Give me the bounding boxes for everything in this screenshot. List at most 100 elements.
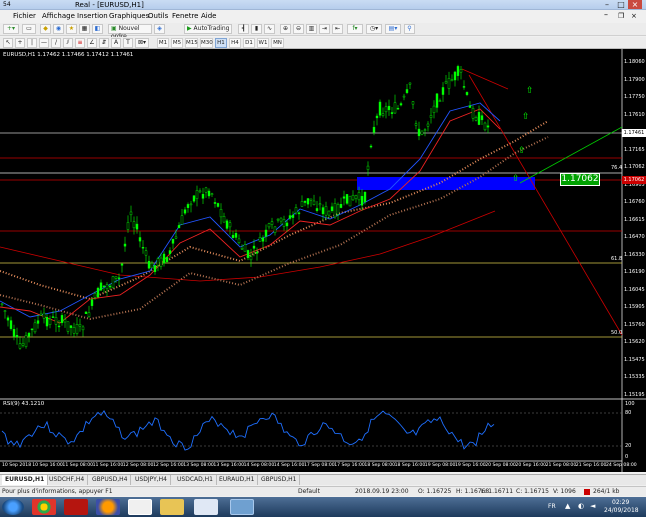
tf-m15[interactable]: M15 <box>185 38 198 48</box>
profiles-icon[interactable]: ▭ <box>22 24 36 34</box>
trendline-icon[interactable]: / <box>51 38 61 48</box>
candle-body <box>63 319 67 323</box>
crosshair-icon[interactable]: + <box>15 38 25 48</box>
tf-h4[interactable]: H4 <box>229 38 241 48</box>
tf-m1[interactable]: M1 <box>157 38 169 48</box>
auto-scroll-icon[interactable]: ⇥ <box>319 24 330 34</box>
price-axis-label: 1.17750 <box>624 94 645 100</box>
minimize-icon[interactable]: – <box>600 0 614 9</box>
fibonacci-icon[interactable]: ≡ <box>75 38 85 48</box>
chrome-icon[interactable] <box>32 499 56 515</box>
candle-body <box>465 92 469 95</box>
tf-w1[interactable]: W1 <box>257 38 269 48</box>
close-icon[interactable]: × <box>628 0 642 9</box>
candle-body <box>276 218 280 221</box>
inner-restore-icon[interactable]: ❐ <box>618 12 624 20</box>
gann-icon[interactable]: ∠ <box>87 38 97 48</box>
candle-body <box>375 115 379 119</box>
channel-icon[interactable]: ⫽ <box>63 38 73 48</box>
app-icon[interactable] <box>194 499 218 515</box>
up-arrow-icon: ⇧ <box>526 86 534 96</box>
candle-body <box>198 190 202 193</box>
status-profile[interactable]: Default <box>298 488 320 495</box>
navigator-icon[interactable]: ★ <box>66 24 77 34</box>
inner-close-icon[interactable]: × <box>631 12 637 20</box>
tf-d1[interactable]: D1 <box>243 38 255 48</box>
shapes-icon[interactable]: ⊠▾ <box>135 38 149 48</box>
candle-body <box>315 208 319 211</box>
candle-body <box>264 229 268 237</box>
arrows-icon[interactable]: ⇵ <box>99 38 109 48</box>
terminal-icon[interactable]: ▦ <box>79 24 90 34</box>
horizontal-line-icon[interactable]: — <box>39 38 49 48</box>
pdf-icon[interactable] <box>64 499 88 515</box>
price-chart[interactable]: ⇧ ⇧ ⇧ ⇧ <box>0 49 646 472</box>
menu-fenetre[interactable]: Fenetre <box>172 12 198 20</box>
time-axis-label: 12 Sep 08:00 <box>122 463 154 468</box>
tester-icon[interactable]: ◧ <box>92 24 103 34</box>
autotrading-button[interactable]: ▶ AutoTrading <box>184 24 232 34</box>
bar-chart-icon[interactable]: ┫ <box>238 24 249 34</box>
explorer-icon[interactable] <box>160 499 184 515</box>
candle-body <box>447 78 451 89</box>
menu-graphiques[interactable]: Graphiques <box>109 12 149 20</box>
menu-affichage[interactable]: Affichage <box>42 12 75 20</box>
tab-gbpusd-h4[interactable]: GBPUSD,H4 <box>89 475 132 485</box>
candle-body <box>75 324 79 334</box>
tab-euraud-h1[interactable]: EURAUD,H1 <box>216 475 259 485</box>
text-label-icon[interactable]: T <box>123 38 133 48</box>
candle-body <box>93 293 97 298</box>
zoom-in-icon[interactable]: ⊕ <box>280 24 291 34</box>
inner-minimize-icon[interactable]: – <box>604 10 608 19</box>
metaeditor-icon[interactable]: ◈ <box>154 24 165 34</box>
tf-m5[interactable]: M5 <box>171 38 183 48</box>
text-icon[interactable]: A <box>111 38 121 48</box>
tab-usdcad-h1[interactable]: USDCAD,H1 <box>174 475 217 485</box>
candle-body <box>21 343 25 346</box>
candle-chart-icon[interactable]: ▮ <box>251 24 262 34</box>
zoom-out-icon[interactable]: ⊖ <box>293 24 304 34</box>
network-icon[interactable]: ◐ <box>578 502 584 510</box>
menu-insertion[interactable]: Insertion <box>77 12 108 20</box>
candle-body <box>174 236 178 239</box>
data-window-icon[interactable]: ◉ <box>53 24 64 34</box>
search-icon[interactable]: ⚲ <box>404 24 415 34</box>
menu-bar: Fichier Affichage Insertion Graphiques O… <box>0 10 646 22</box>
start-button[interactable] <box>2 499 24 515</box>
candle-body <box>111 276 115 289</box>
chart-shift-icon[interactable]: ⇤ <box>332 24 343 34</box>
menu-aide[interactable]: Aide <box>201 12 216 20</box>
candle-body <box>441 87 445 95</box>
candle-body <box>372 126 376 133</box>
tab-gbpusd-h1[interactable]: GBPUSD,H1 <box>258 475 301 485</box>
metatrader-icon[interactable] <box>230 499 254 515</box>
maximize-icon[interactable]: □ <box>614 0 628 9</box>
tab-usdchf-h4[interactable]: USDCHF,H4 <box>46 475 89 485</box>
candle-body <box>114 276 118 279</box>
firefox-icon[interactable] <box>96 499 120 515</box>
tf-mn[interactable]: MN <box>271 38 284 48</box>
templates-icon[interactable]: ▤▾ <box>385 24 401 34</box>
language-indicator[interactable]: FR <box>548 503 556 510</box>
menu-fichier[interactable]: Fichier <box>13 12 36 20</box>
chart-window[interactable]: ⇧ ⇧ ⇧ ⇧ EURUSD,H1 1.17462 1.17466 1.1741… <box>0 49 646 472</box>
new-chart-icon[interactable]: +▾ <box>3 24 19 34</box>
indicators-icon[interactable]: f▾ <box>347 24 363 34</box>
vertical-line-icon[interactable]: | <box>27 38 37 48</box>
tray-arrow-icon[interactable]: ▲ <box>565 502 570 510</box>
volume-icon[interactable]: ◄ <box>590 502 595 510</box>
candle-body <box>3 310 7 312</box>
word-icon[interactable] <box>128 499 152 515</box>
market-watch-icon[interactable]: ◆ <box>40 24 51 34</box>
tab-usdjpy-h4[interactable]: USDJPY,H4 <box>132 475 171 485</box>
menu-outils[interactable]: Outils <box>148 12 168 20</box>
tile-windows-icon[interactable]: ▥ <box>306 24 317 34</box>
tf-m30[interactable]: M30 <box>200 38 213 48</box>
new-order-button[interactable]: ▣ Nouvel ordre <box>108 24 152 40</box>
line-chart-icon[interactable]: ∿ <box>264 24 275 34</box>
price-axis-label: 1.18060 <box>624 59 645 65</box>
tab-eurusd-h1[interactable]: EURUSD,H1 <box>2 475 49 485</box>
tf-h1[interactable]: H1 <box>215 38 227 48</box>
periods-icon[interactable]: ◷▾ <box>366 24 382 34</box>
cursor-icon[interactable]: ↖ <box>3 38 13 48</box>
